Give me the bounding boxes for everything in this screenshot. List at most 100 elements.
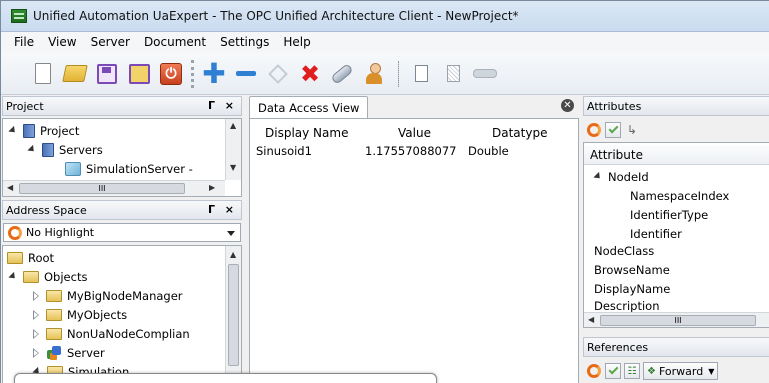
close-view-icon[interactable]: ✕	[561, 99, 574, 112]
connect-button[interactable]	[266, 62, 290, 86]
title-bar: Unified Automation UaExpert - The OPC Un…	[1, 1, 769, 32]
remove-server-button[interactable]	[234, 62, 258, 86]
chevron-down-icon: ▼	[708, 366, 715, 376]
expand-arrow-icon[interactable]	[8, 271, 18, 282]
scroll-up-icon[interactable]: ▲	[230, 121, 236, 130]
attribute-label: DisplayName	[594, 281, 671, 296]
save-icon	[97, 63, 117, 84]
hierarchy-button[interactable]: ☷	[624, 363, 640, 379]
scroll-thumb[interactable]: III	[19, 183, 185, 194]
scroll-up-icon[interactable]: ▲	[230, 250, 236, 259]
add-server-button[interactable]: ✚	[202, 56, 226, 90]
tab-data-access-view[interactable]: Data Access View	[249, 96, 369, 118]
pane-controls[interactable]: Г ×	[208, 99, 237, 112]
collapsed-arrow-icon[interactable]	[33, 309, 39, 320]
project-icon	[42, 142, 54, 157]
attribute-row-nodeclass[interactable]: NodeClass	[594, 241, 654, 260]
direction-dropdown[interactable]: ❖ Forward ▼	[643, 362, 719, 380]
row-value[interactable]: 1.17557088077	[365, 142, 456, 160]
attribute-label: BrowseName	[594, 262, 670, 277]
add-server-icon: ✚	[202, 56, 226, 90]
tree-item-mybignodemanager[interactable]: MyBigNodeManager	[33, 286, 183, 305]
pane-controls[interactable]: Г ×	[208, 203, 237, 216]
expand-arrow-icon[interactable]	[8, 125, 18, 136]
scroll-left-icon[interactable]: ◀	[7, 183, 13, 192]
scroll-right-icon[interactable]: ▶	[209, 183, 215, 192]
project-vertical-scrollbar[interactable]: ▲ ▼	[225, 119, 241, 180]
collapsed-arrow-icon[interactable]	[33, 290, 39, 301]
tree-item-project[interactable]: Project	[8, 121, 79, 140]
attribute-column-header[interactable]: Attribute	[584, 145, 769, 165]
menu-settings[interactable]: Settings	[213, 32, 276, 53]
scroll-thumb[interactable]	[228, 264, 239, 366]
auto-update-button[interactable]	[605, 122, 621, 138]
toolbar-separator	[398, 60, 399, 87]
menu-server[interactable]: Server	[84, 32, 137, 53]
highlight-dropdown[interactable]: No Highlight	[3, 223, 241, 242]
overlay-popup	[14, 373, 437, 383]
attribute-row-identifiertype[interactable]: IdentifierType	[630, 205, 708, 224]
attribute-row-nodeid[interactable]: NodeId	[593, 167, 649, 186]
project-icon	[23, 123, 35, 138]
scroll-left-icon[interactable]: ◀	[588, 315, 594, 324]
new-project-button[interactable]	[31, 62, 55, 86]
expand-arrow-icon[interactable]	[27, 144, 37, 155]
tree-item-server[interactable]: Server	[33, 343, 105, 362]
refresh-icon[interactable]	[587, 123, 601, 137]
save-project-button[interactable]	[95, 62, 119, 86]
refresh-icon[interactable]	[8, 225, 22, 240]
toolbar-grip[interactable]	[191, 59, 194, 88]
scroll-thumb[interactable]: III	[600, 315, 756, 326]
tree-item-myobjects[interactable]: MyObjects	[33, 305, 128, 324]
auto-update-button[interactable]	[605, 363, 621, 379]
tree-item-label: Servers	[59, 142, 103, 157]
attribute-row-browsename[interactable]: BrowseName	[594, 260, 670, 279]
address-space-tree: Root Objects MyBigNodeManager MyObjects …	[2, 245, 242, 383]
menu-view[interactable]: View	[41, 32, 83, 53]
project-pane-title: Project	[6, 99, 44, 113]
tree-item-nonuanodecompliant[interactable]: NonUaNodeComplian	[33, 324, 190, 343]
network-button[interactable]	[473, 62, 497, 86]
project-tree: Project Servers SimulationServer - ▲ ▼ ◀…	[2, 118, 242, 197]
row-datatype[interactable]: Double	[468, 142, 509, 160]
column-header-datatype[interactable]: Datatype	[492, 123, 547, 143]
scroll-down-icon[interactable]: ▼	[230, 163, 236, 172]
add-document-button[interactable]	[409, 62, 433, 86]
attribute-row-namespaceindex[interactable]: NamespaceIndex	[630, 186, 729, 205]
hierarchy-icon: ☷	[627, 365, 637, 377]
attributes-horizontal-scrollbar[interactable]: ◀ III	[584, 312, 769, 327]
menu-file[interactable]: File	[7, 32, 41, 53]
data-access-view: Display Name Value Datatype Sinusoid1 1.…	[249, 118, 579, 383]
exit-button[interactable]: ⏻	[159, 62, 183, 86]
menu-help[interactable]: Help	[276, 32, 317, 53]
column-header-display-name[interactable]: Display Name	[265, 123, 348, 143]
address-space-scrollbar[interactable]: ▲	[225, 246, 241, 383]
folder-icon	[7, 251, 23, 264]
tree-item-objects[interactable]: Objects	[8, 267, 87, 286]
remove-document-button[interactable]	[441, 62, 465, 86]
tree-item-label: MyObjects	[67, 307, 128, 322]
check-icon	[608, 123, 618, 134]
cursor-icon[interactable]: ↳	[627, 123, 637, 137]
user-button[interactable]	[362, 62, 386, 86]
row-display-name[interactable]: Sinusoid1	[256, 142, 312, 160]
save-as-icon	[128, 63, 150, 84]
expand-arrow-icon[interactable]	[593, 171, 603, 182]
disconnect-button[interactable]: ✖	[298, 62, 322, 86]
tree-item-servers[interactable]: Servers	[27, 140, 103, 159]
collapsed-arrow-icon[interactable]	[33, 328, 39, 339]
tree-item-root[interactable]: Root	[7, 248, 54, 267]
save-as-button[interactable]	[127, 62, 151, 86]
folder-icon	[46, 308, 62, 321]
folder-icon	[23, 270, 39, 283]
disconnect-icon: ✖	[299, 59, 321, 88]
menu-document[interactable]: Document	[137, 32, 213, 53]
project-pane-header: Project Г ×	[2, 96, 242, 116]
settings-button[interactable]	[330, 62, 354, 86]
refresh-icon[interactable]	[587, 364, 601, 378]
project-horizontal-scrollbar[interactable]: ◀ III ▶	[3, 180, 225, 196]
column-header-value[interactable]: Value	[398, 123, 431, 143]
open-project-button[interactable]	[62, 62, 88, 86]
collapsed-arrow-icon[interactable]	[33, 347, 39, 358]
tree-item-simulation-server[interactable]: SimulationServer -	[65, 159, 193, 178]
